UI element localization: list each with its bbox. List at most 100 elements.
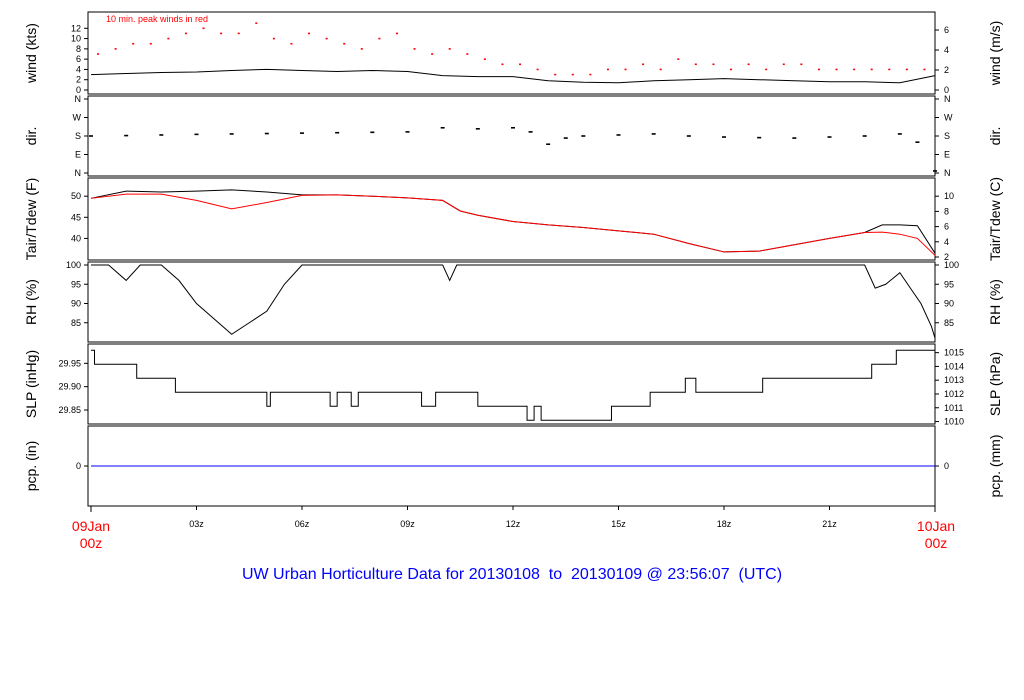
temperature-left-axis-label: Tair/Tdew (F) [23,178,39,260]
slp-right-tick-label: 1010 [944,417,964,427]
rh-right-tick-label: 100 [944,260,959,270]
dir-point-1 [124,134,129,137]
dir-point-2 [159,134,164,136]
temperature-series-line-1 [90,193,936,256]
wind-point-33 [677,58,680,60]
x-tick-label: 18z [717,519,732,529]
dir-point-7 [335,131,340,134]
wind-right-tick-label: 4 [944,45,949,55]
wind-point-1 [114,48,117,50]
rh-series [91,264,936,339]
temperature-series [90,189,936,256]
wind-point-24 [519,63,522,66]
temperature-left-tick-label: 40 [71,233,81,243]
rh-right-axis-label: RH (%) [987,279,1003,325]
wind-point-41 [817,68,820,71]
dir-point-9 [405,131,410,133]
dir-right-tick-label: N [944,94,951,104]
slp-right-axis-label: SLP (hPa) [987,352,1003,416]
temperature-right-tick-label: 4 [944,237,949,247]
dir-right-axis-label: dir. [987,127,1003,146]
wind-left-tick-label: 6 [76,54,81,64]
slp-left-tick-label: 29.95 [58,358,81,368]
wind-point-3 [149,42,152,45]
wind-point-2 [132,42,135,45]
slp-right-tick-label: 1013 [944,375,964,385]
dir-point-15 [563,137,568,139]
wind-series-line-0 [90,68,936,84]
weather-chart: wind (kts) wind (m/s) 10 min. peak winds… [23,11,1003,551]
wind-point-22 [483,58,486,60]
rh-left-tick-label: 95 [71,279,81,289]
dir-panel-frame [87,95,936,177]
wind-point-39 [782,63,785,66]
dir-point-21 [757,136,762,139]
dir-point-16 [581,135,586,137]
dir-panel: dir. dir. NESWNNESWN [23,94,1003,178]
x-tick-label: 03z [189,519,204,529]
rh-left-tick-label: 85 [71,318,81,328]
rh-panel: RH (%) RH (%) 85 90 95 100 85 90 95 100 [23,260,1003,343]
wind-peak-annotation: 10 min. peak winds in red [106,14,208,24]
wind-point-27 [571,73,574,76]
wind-point-21 [466,53,469,55]
x-tick-label: 15z [611,519,626,529]
wind-point-7 [220,32,223,35]
dir-left-tick-label: S [75,131,81,141]
wind-point-18 [413,48,416,50]
wind-left-tick-label: 12 [71,23,81,33]
temperature-right-axis-label: Tair/Tdew (C) [987,177,1003,261]
wind-right-tick-label: 2 [944,65,949,75]
dir-point-4 [229,133,234,135]
chart-title: UW Urban Horticulture Data for 20130108 … [241,566,783,583]
wind-point-5 [184,32,187,35]
dir-left-axis-label: dir. [23,127,39,146]
wind-point-36 [730,68,733,71]
pcp-right-axis-label: pcp. (mm) [987,435,1003,498]
wind-left-tick-label: 8 [76,44,81,54]
dir-point-19 [686,135,691,137]
slp-series-line-0 [91,349,935,421]
dir-point-17 [616,134,621,136]
wind-point-47 [923,68,926,71]
dir-right-tick-label: E [944,150,950,160]
x-axis: 09Jan 00z 10Jan 00z 03z 06z 09z 12z 15z 18z 21… [72,506,955,551]
wind-point-15 [360,48,363,50]
wind-right-tick-label: 6 [944,25,949,35]
wind-point-43 [853,68,856,71]
dir-point-5 [264,132,269,135]
dir-point-20 [722,136,726,138]
wind-point-12 [308,32,311,35]
dir-point-10 [440,126,445,129]
slp-ticks: 29.85 29.90 29.95 1010 1011 1012 1013 1014 1015 [58,348,964,427]
rh-right-tick-label: 85 [944,318,954,328]
x-tick-label: 21z [822,519,837,529]
wind-left-tick-label: 10 [71,34,81,44]
rh-left-axis-label: RH (%) [23,279,39,325]
x-tick-label: 09z [400,519,415,529]
slp-panel-frame [87,343,936,425]
wind-point-16 [378,37,381,40]
wind-point-29 [606,68,609,71]
x-tick-label: 12z [506,519,521,529]
wind-point-10 [272,37,275,40]
wind-left-tick-label: 4 [76,64,81,74]
dir-point-22 [792,137,797,139]
temperature-left-tick-label: 45 [71,212,81,222]
slp-right-tick-label: 1014 [944,361,964,371]
wind-point-23 [501,63,504,66]
slp-series [91,349,935,421]
wind-point-20 [448,48,451,50]
slp-left-tick-label: 29.85 [58,405,81,415]
rh-left-tick-label: 100 [66,260,81,270]
wind-point-35 [712,63,715,66]
wind-point-25 [536,68,539,71]
wind-point-40 [800,63,803,66]
temperature-right-tick-label: 6 [944,222,949,232]
dir-point-11 [475,128,480,130]
dir-ticks: NESWNNESWN [73,94,954,178]
wind-point-44 [870,68,873,71]
wind-point-31 [642,63,645,66]
dir-point-27 [933,170,937,172]
slp-panel: SLP (inHg) SLP (hPa) 29.85 29.90 29.95 1010… [23,343,1003,427]
